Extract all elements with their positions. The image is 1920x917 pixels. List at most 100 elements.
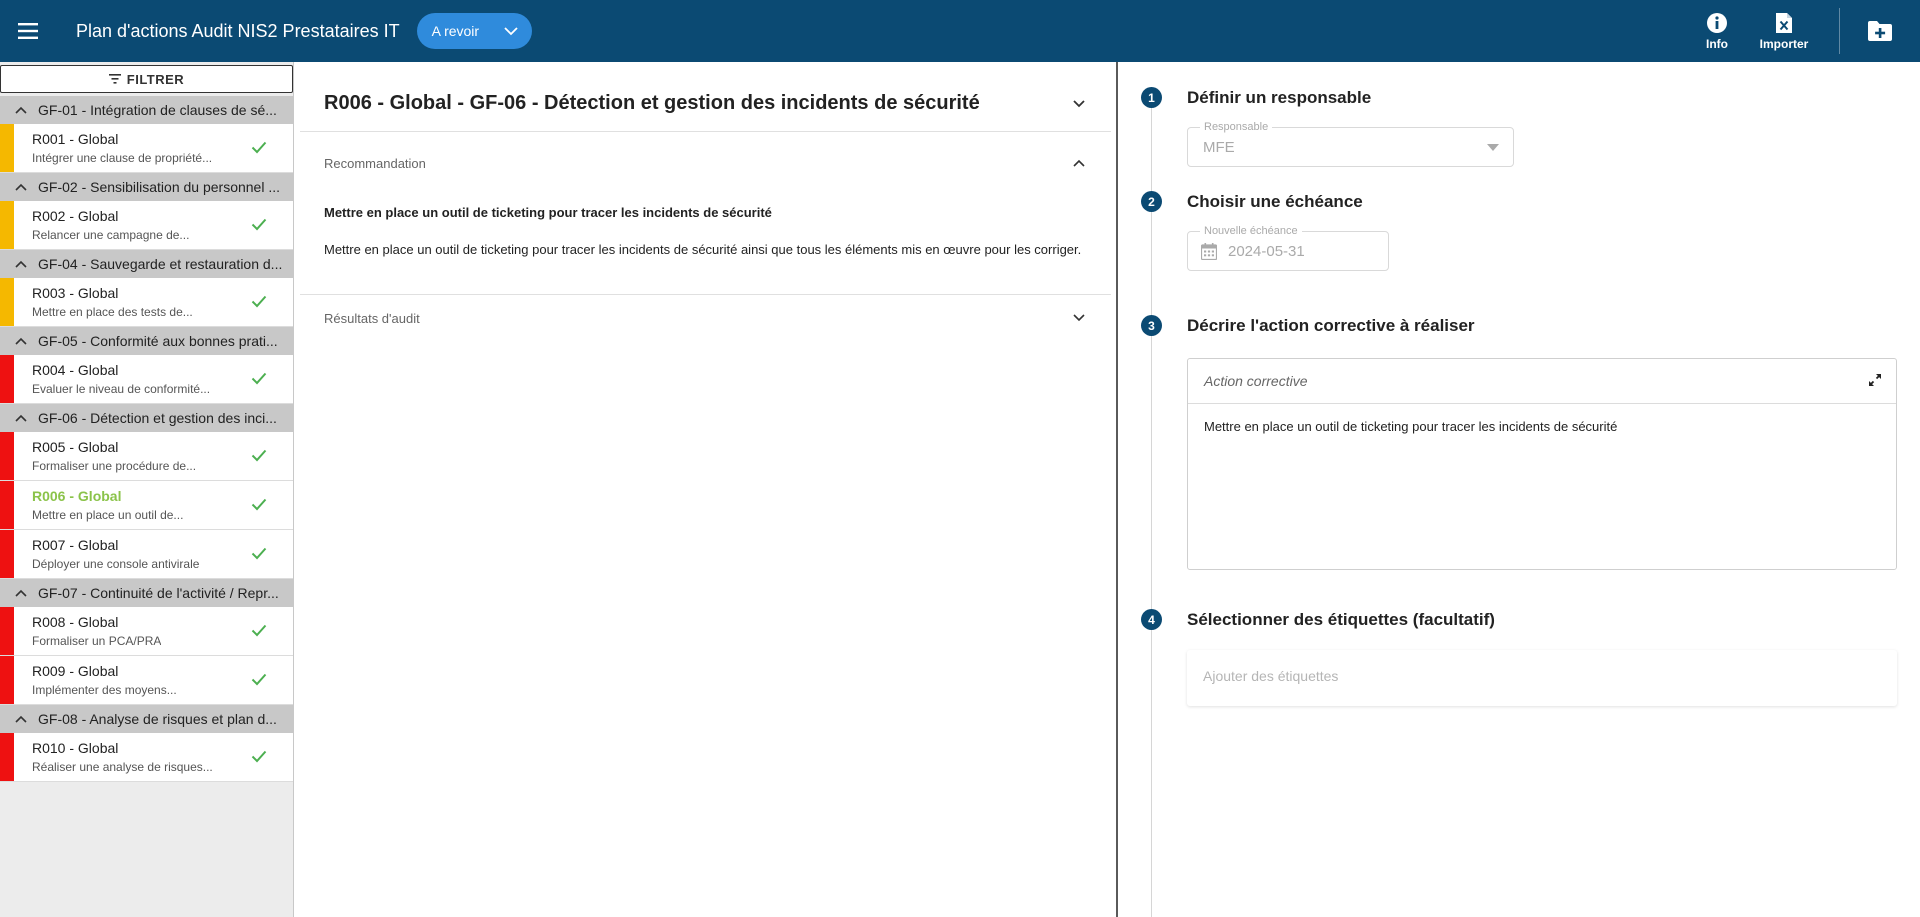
recommendation-item[interactable]: R005 - Global Formaliser une procédure de… — [0, 432, 293, 481]
group-header[interactable]: GF-07 - Continuité de l'activité / Repr.… — [0, 579, 293, 607]
action-form: 1 Définir un responsable Responsable MFE… — [1118, 62, 1920, 917]
filter-button[interactable]: FILTRER — [0, 65, 293, 93]
recommendation-item-subtitle: Formaliser une procédure de... — [32, 459, 197, 473]
priority-bar — [0, 124, 14, 172]
recommendation-item[interactable]: R010 - Global Réaliser une analyse de ris… — [0, 733, 293, 782]
editor-placeholder: Action corrective — [1204, 373, 1308, 389]
chevron-up-icon — [15, 260, 27, 268]
deadline-label: Nouvelle échéance — [1200, 225, 1302, 237]
priority-bar — [0, 355, 14, 403]
recommendation-item-subtitle: Implémenter des moyens... — [32, 683, 177, 697]
group-header[interactable]: GF-06 - Détection et gestion des inci... — [0, 404, 293, 432]
recommendation-item-title: R005 - Global — [32, 439, 119, 455]
recommendation-item-title: R010 - Global — [32, 740, 119, 756]
recommendation-item-title: R007 - Global — [32, 537, 119, 553]
responsible-label: Responsable — [1200, 121, 1273, 133]
group-header[interactable]: GF-08 - Analyse de risques et plan d... — [0, 705, 293, 733]
page-title: Plan d'actions Audit NIS2 Prestataires I… — [76, 20, 400, 41]
check-icon — [251, 673, 267, 686]
chevron-up-icon[interactable] — [1071, 157, 1087, 169]
recommendation-item-subtitle: Evaluer le niveau de conformité... — [32, 382, 211, 396]
caret-down-icon — [1487, 144, 1499, 151]
step-number: 3 — [1141, 315, 1162, 336]
step-title-responsible: Définir un responsable — [1187, 88, 1372, 107]
check-icon — [251, 750, 267, 763]
import-label: Importer — [1759, 36, 1809, 51]
status-dropdown[interactable]: A revoir — [416, 13, 532, 49]
group-header[interactable]: GF-05 - Conformité aux bonnes prati... — [0, 327, 293, 355]
new-folder-button[interactable] — [1840, 0, 1920, 62]
recommendation-detail: R006 - Global - GF-06 - Détection et ges… — [295, 62, 1116, 917]
group-header[interactable]: GF-04 - Sauvegarde et restauration d... — [0, 250, 293, 278]
chevron-up-icon — [15, 183, 27, 191]
recommendation-section-header[interactable]: Recommandation — [324, 156, 426, 171]
chevron-down-icon[interactable] — [1071, 312, 1087, 324]
editor-header: Action corrective — [1188, 359, 1896, 404]
recommendation-item[interactable]: R007 - Global Déployer une console antivi… — [0, 530, 293, 579]
folder-plus-icon — [1868, 21, 1892, 41]
recommendation-item[interactable]: R008 - Global Formaliser un PCA/PRA — [0, 607, 293, 656]
group-header[interactable]: GF-02 - Sensibilisation du personnel ... — [0, 173, 293, 201]
group-list: GF-01 - Intégration de clauses de sé... R… — [0, 96, 293, 782]
tags-field[interactable] — [1187, 650, 1897, 706]
corrective-action-text[interactable]: Mettre en place un outil de ticketing po… — [1204, 419, 1617, 434]
app-header: Plan d'actions Audit NIS2 Prestataires I… — [0, 0, 1920, 62]
divider — [300, 131, 1111, 132]
group-title: GF-06 - Détection et gestion des inci... — [38, 410, 277, 426]
step-number: 4 — [1141, 609, 1162, 630]
group-title: GF-04 - Sauvegarde et restauration d... — [38, 256, 283, 272]
priority-bar — [0, 656, 14, 704]
recommendation-item[interactable]: R003 - Global Mettre en place des tests d… — [0, 278, 293, 327]
deadline-date-field[interactable]: Nouvelle échéance 2024-05-31 — [1187, 225, 1389, 271]
group-title: GF-08 - Analyse de risques et plan d... — [38, 711, 277, 727]
chevron-down-icon[interactable] — [1071, 98, 1087, 110]
info-label: Info — [1706, 36, 1728, 51]
step-title-tags: Sélectionner des étiquettes (facultatif) — [1187, 610, 1495, 629]
check-icon — [251, 624, 267, 637]
recommendation-item-subtitle: Intégrer une clause de propriété... — [32, 151, 213, 165]
group-title: GF-01 - Intégration de clauses de sé... — [38, 102, 277, 118]
priority-bar — [0, 530, 14, 578]
step-number: 1 — [1141, 87, 1162, 108]
recommendation-item[interactable]: R002 - Global Relancer une campagne de... — [0, 201, 293, 250]
check-icon — [251, 141, 267, 154]
recommendation-item-subtitle: Déployer une console antivirale — [32, 557, 200, 571]
recommendation-item-title: R006 - Global — [32, 488, 122, 504]
import-button[interactable]: Importer — [1751, 0, 1817, 62]
check-icon — [251, 372, 267, 385]
recommendation-item[interactable]: R001 - Global Intégrer une clause de prop… — [0, 124, 293, 173]
check-icon — [251, 498, 267, 511]
recommendation-text: Mettre en place un outil de ticketing po… — [324, 242, 1082, 257]
hamburger-menu-icon[interactable] — [0, 0, 56, 62]
divider — [300, 294, 1111, 295]
detail-title: R006 - Global - GF-06 - Détection et ges… — [324, 92, 980, 114]
recommendation-item-title: R004 - Global — [32, 362, 119, 378]
check-icon — [251, 218, 267, 231]
corrective-action-editor[interactable]: Action corrective Mettre en place un out… — [1187, 358, 1897, 570]
expand-icon[interactable] — [1868, 373, 1882, 387]
step-number: 2 — [1141, 191, 1162, 212]
recommendation-item[interactable]: R006 - Global Mettre en place un outil de… — [0, 481, 293, 530]
tags-input[interactable] — [1203, 668, 1803, 684]
priority-bar — [0, 432, 14, 480]
status-label: A revoir — [431, 23, 480, 39]
info-button[interactable]: Info — [1685, 0, 1749, 62]
recommendation-item-subtitle: Mettre en place des tests de... — [32, 305, 193, 319]
filter-label: FILTRER — [126, 71, 185, 87]
recommendation-item[interactable]: R004 - Global Evaluer le niveau de confor… — [0, 355, 293, 404]
recommendation-item-title: R003 - Global — [32, 285, 119, 301]
calendar-icon — [1201, 243, 1217, 260]
priority-bar — [0, 481, 14, 529]
excel-file-icon — [1776, 12, 1792, 33]
group-title: GF-02 - Sensibilisation du personnel ... — [38, 179, 281, 195]
recommendations-sidebar: FILTRER GF-01 - Intégration de clauses d… — [0, 62, 294, 917]
recommendation-item-title: R008 - Global — [32, 614, 119, 630]
responsible-select[interactable]: Responsable MFE — [1187, 121, 1514, 167]
chevron-up-icon — [15, 106, 27, 114]
priority-bar — [0, 201, 14, 249]
group-header[interactable]: GF-01 - Intégration de clauses de sé... — [0, 96, 293, 124]
recommendation-item-title: R001 - Global — [32, 131, 119, 147]
audit-results-section-header[interactable]: Résultats d'audit — [324, 311, 420, 326]
chevron-down-icon — [503, 27, 518, 36]
recommendation-item[interactable]: R009 - Global Implémenter des moyens... — [0, 656, 293, 705]
